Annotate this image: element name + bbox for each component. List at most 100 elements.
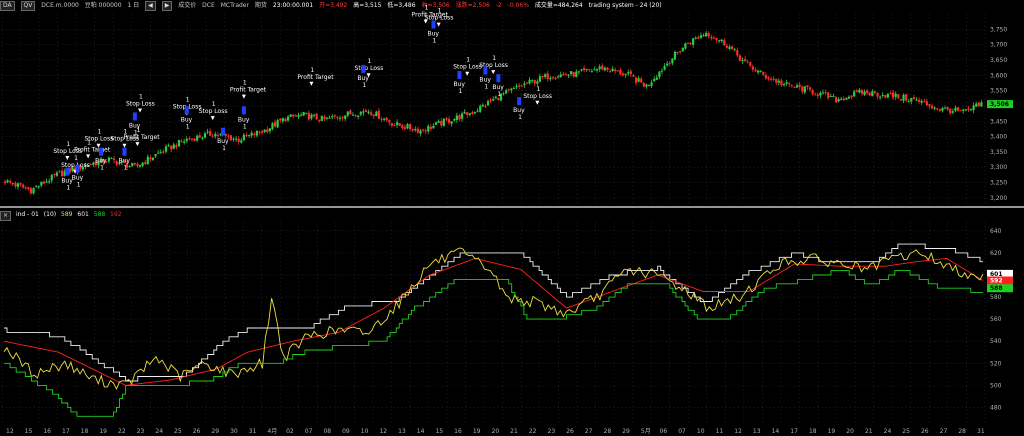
candle-body	[92, 162, 95, 165]
candle-body	[775, 78, 778, 83]
candle-body	[707, 33, 710, 37]
signal-qty: 1	[536, 86, 540, 93]
candle-body	[606, 67, 609, 70]
signal-qty: 1	[186, 97, 190, 104]
indicator-axis-tick: 520	[990, 360, 1002, 367]
candle-body	[315, 113, 318, 120]
candle-body	[564, 74, 568, 76]
candle-body	[16, 183, 20, 187]
date-axis-tick: 19	[828, 428, 836, 435]
candle-body	[886, 93, 890, 98]
candle-body	[346, 111, 349, 116]
candle-body	[473, 111, 477, 114]
candle-body	[749, 62, 752, 66]
candle-body	[549, 77, 552, 80]
candle-body	[941, 107, 944, 111]
candle-body	[684, 43, 687, 49]
candle-body	[619, 70, 622, 75]
candle-body	[154, 154, 157, 157]
candle-body	[536, 81, 539, 84]
candle-body	[390, 123, 394, 126]
date-axis-tick: 22	[118, 428, 126, 435]
signal-qty: 1	[425, 5, 429, 12]
candle-body	[434, 122, 438, 125]
date-axis-tick: 21	[865, 428, 873, 435]
candle-body	[850, 95, 853, 98]
candle-body	[762, 71, 765, 75]
candle-body	[746, 61, 749, 63]
candle-body	[697, 36, 700, 39]
candle-body	[894, 93, 897, 97]
candle-body	[967, 108, 970, 110]
candle-body	[866, 90, 869, 94]
chart-canvas[interactable]: 3,7503,7003,6503,6003,5503,5003,4503,400…	[0, 0, 1024, 436]
candle-body	[546, 73, 549, 80]
date-axis-tick: 23	[137, 428, 145, 435]
candle-body	[372, 114, 375, 117]
candle-body	[320, 115, 323, 121]
candle-body	[442, 119, 445, 126]
last-price-text: 3,506	[990, 101, 1009, 108]
price-axis-tick: 3,550	[990, 88, 1007, 95]
candle-body	[938, 109, 941, 111]
candle-body	[354, 115, 357, 117]
date-axis-tick: 26	[566, 428, 574, 435]
candle-body	[206, 131, 209, 133]
candle-body	[720, 39, 723, 42]
candle-body	[936, 108, 939, 110]
candle-body	[777, 80, 780, 83]
date-axis-tick: 14	[772, 428, 780, 435]
candle-body	[798, 84, 801, 87]
candle-body	[904, 94, 908, 101]
candle-body	[728, 46, 731, 49]
signal-qty: 1	[310, 67, 314, 74]
candle-body	[455, 115, 458, 120]
candle-body	[510, 88, 513, 91]
candle-body	[725, 45, 729, 48]
signal-arrow-icon	[465, 71, 470, 76]
candle-body	[89, 164, 92, 166]
buy-marker	[221, 127, 226, 136]
candle-body	[660, 70, 664, 72]
candle-body	[736, 50, 739, 56]
candle-body	[377, 110, 381, 119]
indicator-badge-text: 588	[990, 285, 1003, 292]
candle-body	[253, 133, 256, 136]
signal-arrow-icon	[210, 116, 215, 121]
signal-qty: 1	[492, 55, 496, 62]
candle-body	[897, 94, 900, 99]
candle-body	[115, 161, 118, 165]
date-axis-tick: 17	[62, 428, 70, 435]
candle-body	[107, 157, 110, 162]
candle-body	[255, 130, 258, 136]
date-axis-tick: 25	[902, 428, 910, 435]
candle-body	[271, 123, 274, 129]
signal-qty: 1	[74, 155, 78, 162]
candle-body	[733, 49, 736, 51]
candle-body	[868, 92, 871, 96]
indicator-axis-tick: 560	[990, 316, 1002, 323]
candle-body	[341, 117, 344, 119]
candle-body	[759, 70, 762, 72]
signal-label: Buy	[95, 158, 107, 165]
candle-body	[359, 111, 362, 115]
signal-arrow-icon	[86, 154, 91, 159]
price-axis-tick: 3,650	[990, 57, 1007, 64]
candle-body	[450, 121, 453, 124]
indicator-axis-tick: 500	[990, 382, 1002, 389]
candle-body	[486, 100, 490, 106]
signal-label: Buy	[479, 76, 491, 83]
signal-label: Stop Loss	[126, 100, 155, 107]
signal-qty: 1	[518, 114, 522, 121]
candle-body	[845, 97, 848, 100]
candle-body	[608, 70, 612, 72]
candle-body	[754, 69, 757, 72]
signal-label: Profit Target	[230, 87, 267, 94]
date-axis-tick: 10	[361, 428, 369, 435]
candle-body	[58, 171, 61, 173]
candle-body	[645, 84, 648, 87]
candle-body	[884, 95, 887, 98]
candle-body	[349, 110, 352, 115]
buy-marker	[517, 97, 522, 106]
date-axis-tick: 18	[81, 428, 89, 435]
